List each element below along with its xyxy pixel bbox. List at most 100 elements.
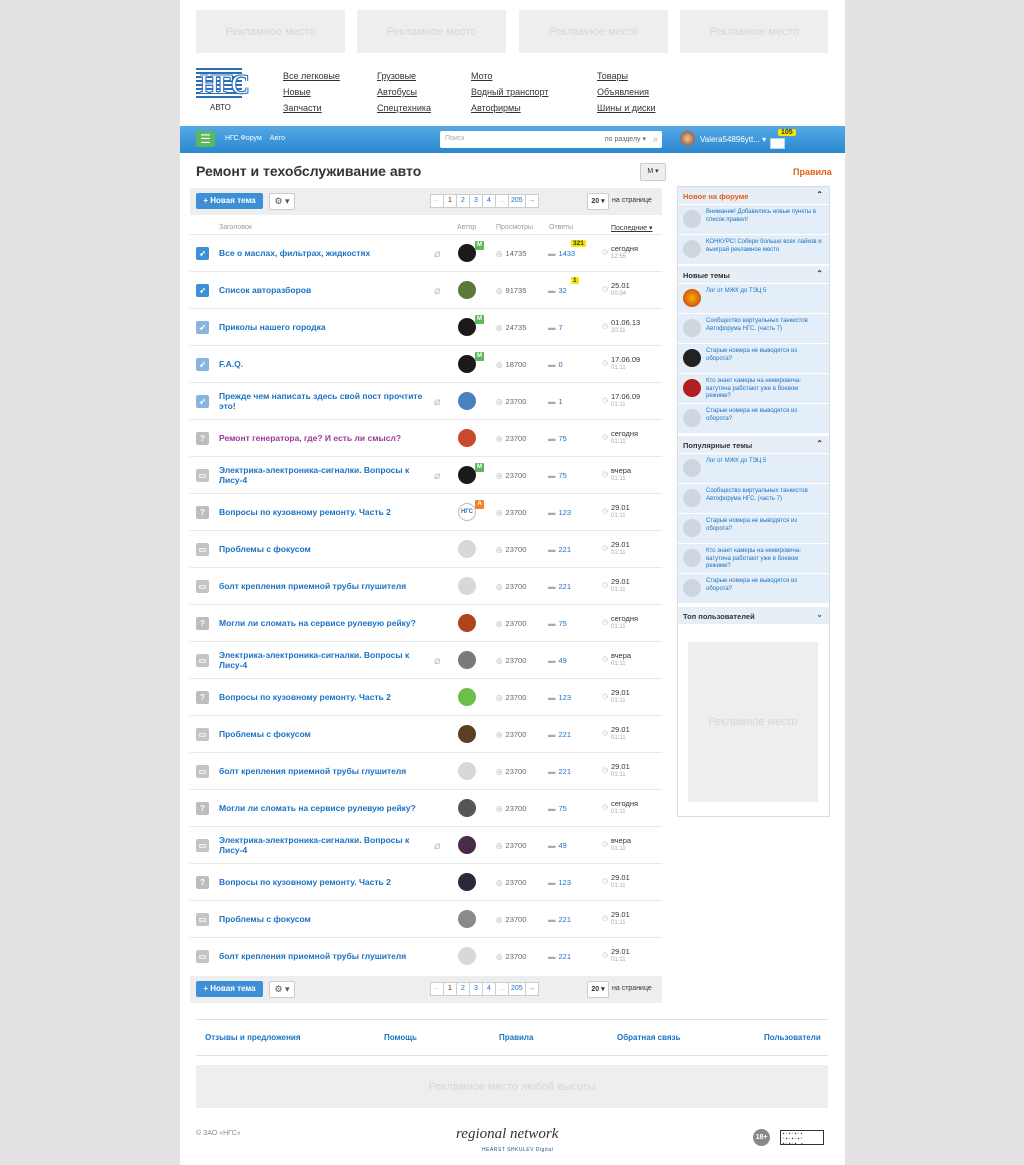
mail-icon[interactable]	[770, 138, 785, 149]
author-avatar[interactable]	[458, 281, 476, 299]
per-page-select[interactable]: 20 ▾	[587, 193, 609, 210]
topic-title-link[interactable]: Электрика-электроника-сигналки. Вопросы …	[219, 457, 429, 493]
page-button[interactable]: 2	[456, 982, 470, 996]
nav-link[interactable]: Спецтехника	[377, 100, 431, 116]
gear-icon[interactable]: ⚙ ▾	[269, 193, 295, 210]
last-post[interactable]: ◷ 29.01 01:11	[602, 910, 630, 928]
answers-count[interactable]: ▬ 75	[548, 619, 567, 628]
nav-link[interactable]: Запчасти	[283, 100, 340, 116]
last-post[interactable]: ◷ сегодня 01:11	[602, 799, 638, 817]
answers-count[interactable]: ▬ 221	[548, 582, 571, 591]
topic-title-link[interactable]: Могли ли сломать на сервисе рулевую рейк…	[219, 605, 429, 641]
page-button[interactable]: 2	[456, 194, 470, 208]
nav-link[interactable]: Объявления	[597, 84, 656, 100]
new-topic-button[interactable]: + Новая тема	[196, 193, 263, 209]
topic-title-link[interactable]: Электрика-электроника-сигналки. Вопросы …	[219, 642, 429, 678]
nav-link[interactable]: Шины и диски	[597, 100, 656, 116]
answers-count[interactable]: ▬ 0	[548, 360, 563, 369]
answers-count[interactable]: ▬ 221	[548, 730, 571, 739]
page-button[interactable]: 4	[482, 194, 496, 208]
table-row[interactable]: ➶ F.A.Q. M ◎ 18700 ▬ 0 ◷ 17.06.09 01:11	[190, 345, 662, 382]
last-post[interactable]: ◷ 25.01 00:34	[602, 281, 630, 299]
page-button[interactable]: 3	[469, 194, 483, 208]
sidebar-section-top-users[interactable]: Топ пользователей ⌄	[678, 607, 829, 624]
sidebar-section-popular[interactable]: Популярные темы ⌃	[678, 436, 829, 453]
search-scope-select[interactable]: по разделу ▾	[605, 135, 646, 143]
ad-slot-2[interactable]: Рекламное место	[357, 10, 506, 53]
ad-slot-3[interactable]: Рекламное место	[519, 10, 668, 53]
author-avatar[interactable]	[458, 688, 476, 706]
prev-page-button[interactable]: ←	[430, 982, 444, 996]
last-post[interactable]: ◷ сегодня 01:11	[602, 614, 638, 632]
topic-title-link[interactable]: Электрика-электроника-сигналки. Вопросы …	[219, 827, 429, 863]
last-post[interactable]: ◷ 29.01 01:11	[602, 873, 630, 891]
topic-title-link[interactable]: Ремонт генератора, где? И есть ли смысл?	[219, 420, 429, 456]
search-input[interactable]: Поиск по разделу ▾ ⌕	[440, 131, 662, 148]
sidebar-item[interactable]: Кто знает камеры на немировича-ватутина …	[678, 543, 829, 573]
last-post[interactable]: ◷ 17.06.09 01:11	[602, 355, 640, 373]
author-avatar[interactable]: НГС	[458, 503, 476, 521]
ad-slot-sidebar[interactable]: Рекламное место	[688, 642, 818, 802]
table-row[interactable]: ? Вопросы по кузовному ремонту. Часть 2 ◎ 2…	[190, 678, 662, 715]
answers-count[interactable]: ▬ 7	[548, 323, 563, 332]
sidebar-item[interactable]: КОНКУРС! Собери больше всех лайков и выи…	[678, 234, 829, 264]
menu-icon[interactable]: ☰	[196, 131, 215, 147]
col-author[interactable]: Автор	[457, 224, 476, 231]
site-logo[interactable]: НГС АВТО	[196, 68, 249, 114]
answers-count[interactable]: ▬ 1433	[548, 249, 575, 258]
answers-count[interactable]: ▬ 32	[548, 286, 567, 295]
answers-count[interactable]: ▬ 75	[548, 434, 567, 443]
footer-link-feedback[interactable]: Отзывы и предложения	[205, 1033, 301, 1042]
next-page-button[interactable]: →	[524, 982, 539, 996]
prev-page-button[interactable]: ←	[430, 194, 444, 208]
table-row[interactable]: ? Ремонт генератора, где? И есть ли смысл…	[190, 419, 662, 456]
author-avatar[interactable]	[458, 725, 476, 743]
view-mode-dropdown[interactable]: M ▾	[640, 163, 666, 181]
sidebar-item[interactable]: Старые номера не выводятся из оборота?	[678, 513, 829, 543]
col-views[interactable]: Просмотры	[496, 224, 533, 231]
table-row[interactable]: ➶ Все о маслах, фильтрах, жидкостях ⌀ M ◎ 147…	[190, 234, 662, 271]
last-post[interactable]: ◷ 29.01 01:11	[602, 503, 630, 521]
answers-count[interactable]: ▬ 221	[548, 767, 571, 776]
sidebar-section-new-topics[interactable]: Новые темы ⌃	[678, 266, 829, 283]
table-row[interactable]: ▭ Проблемы с фокусом ◎ 23700 ▬ 221 ◷ 29.01 01:11	[190, 900, 662, 937]
page-button[interactable]: 205	[508, 194, 526, 208]
answers-count[interactable]: ▬ 221	[548, 545, 571, 554]
page-button[interactable]: 1	[443, 194, 457, 208]
nav-link[interactable]: Грузовые	[377, 68, 431, 84]
ad-slot-1[interactable]: Рекламное место	[196, 10, 345, 53]
last-post[interactable]: ◷ 29.01 01:11	[602, 947, 630, 965]
table-row[interactable]: ? Могли ли сломать на сервисе рулевую рей…	[190, 789, 662, 826]
sidebar-item[interactable]: Сообщество виртуальных танкистов Автофор…	[678, 483, 829, 513]
next-page-button[interactable]: →	[524, 194, 539, 208]
topic-title-link[interactable]: болт крепления приемной трубы глушителя	[219, 568, 429, 604]
last-post[interactable]: ◷ 29.01 01:11	[602, 688, 630, 706]
nav-link[interactable]: Все легковые	[283, 68, 340, 84]
author-avatar[interactable]	[458, 577, 476, 595]
author-avatar[interactable]	[458, 466, 476, 484]
answers-count[interactable]: ▬ 123	[548, 693, 571, 702]
topic-title-link[interactable]: Проблемы с фокусом	[219, 531, 429, 567]
last-post[interactable]: ◷ 01.06.13 20:11	[602, 318, 640, 336]
last-post[interactable]: ◷ 29.01 01:11	[602, 577, 630, 595]
author-avatar[interactable]	[458, 836, 476, 854]
ad-slot-bottom[interactable]: Рекламное место любой высоты	[196, 1065, 828, 1108]
author-avatar[interactable]	[458, 429, 476, 447]
col-answers[interactable]: Ответы	[549, 224, 573, 231]
answers-count[interactable]: ▬ 49	[548, 656, 567, 665]
page-button[interactable]: 3	[469, 982, 483, 996]
author-avatar[interactable]	[458, 910, 476, 928]
author-avatar[interactable]	[458, 355, 476, 373]
footer-link-contact[interactable]: Обратная связь	[617, 1033, 680, 1042]
sidebar-item[interactable]: Лог от МЖК до ТЭЦ 5	[678, 453, 829, 483]
nav-link[interactable]: Автофирмы	[471, 100, 548, 116]
author-avatar[interactable]	[458, 947, 476, 965]
sidebar-item[interactable]: Внимание! Добавились новые пункты в спис…	[678, 204, 829, 234]
nav-link[interactable]: Мото	[471, 68, 548, 84]
author-avatar[interactable]	[458, 540, 476, 558]
counter-icon[interactable]: ▪▫▪▫▪▫▪ ▫▪▫▪▫▪▫ ▪▫▪▫▪ ↗	[780, 1130, 824, 1147]
rules-link[interactable]: Правила	[793, 167, 832, 177]
nav-link[interactable]: Новые	[283, 84, 340, 100]
nav-link[interactable]: Товары	[597, 68, 656, 84]
answers-count[interactable]: ▬ 1	[548, 397, 563, 406]
